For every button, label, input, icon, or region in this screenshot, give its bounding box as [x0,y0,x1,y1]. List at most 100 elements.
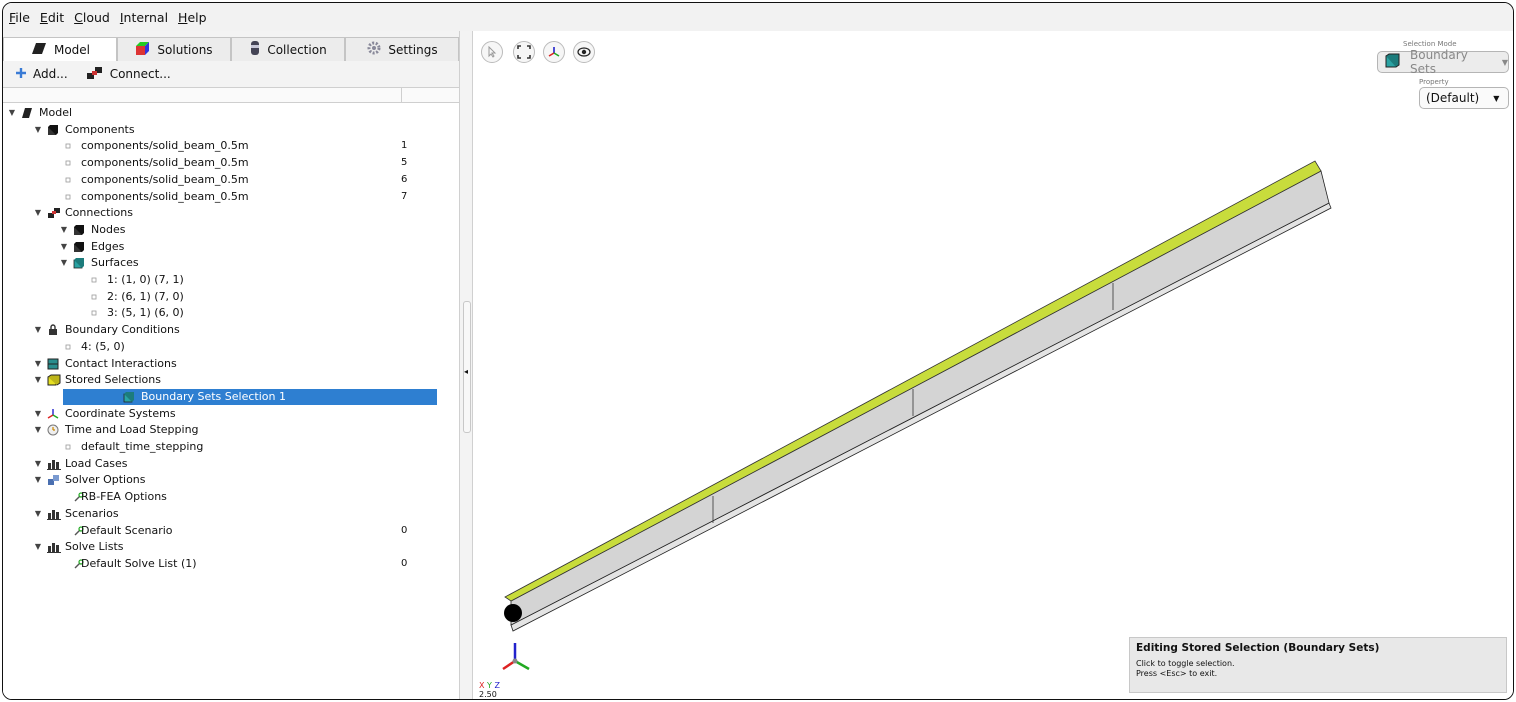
menu-label: elp [187,9,207,25]
tree-row[interactable]: ▼ Coordinate Systems [3,406,443,422]
add-button-label: Add... [33,67,68,81]
tree-row-label: Nodes [91,222,126,236]
tree-header-column [401,88,460,102]
tree-row[interactable]: ▼ Solve Lists [3,539,443,555]
tree-row[interactable]: components/solid_beam_0.5m 1 [3,138,443,154]
tree-row[interactable]: ▼ Components [3,122,443,138]
tree-header [3,87,459,103]
expand-arrow-icon[interactable]: ▼ [33,422,43,438]
component-icon [47,124,59,136]
tree-row[interactable]: Default Scenario 0 [3,523,443,539]
expand-arrow-icon[interactable]: ▼ [33,472,43,488]
menu-help[interactable]: Help [178,10,207,25]
tree-row[interactable]: 4: (5, 0) [3,339,443,355]
tree-row-count: 7 [401,190,408,202]
tree-row[interactable]: 2: (6, 1) (7, 0) [3,289,443,305]
stored-selection-icon [47,374,61,386]
tree-row[interactable]: ▼ Boundary Conditions [3,322,443,338]
app-window: File Edit Cloud Internal Help Model Solutions… [2,2,1514,700]
tree-row[interactable]: ▼ Solver Options [3,472,443,488]
tree-row-label: components/solid_beam_0.5m [81,172,249,186]
menu-mnemonic: E [39,9,48,25]
tree-row[interactable]: 1: (1, 0) (7, 1) [3,272,443,288]
expand-arrow-icon[interactable]: ▼ [33,322,43,338]
tree-row[interactable]: 3: (5, 1) (6, 0) [3,305,443,321]
expand-arrow-icon[interactable]: ▼ [59,239,69,255]
tab-solutions[interactable]: Solutions [117,37,231,61]
tree-row[interactable]: ▼ Edges [3,239,443,255]
expand-arrow-icon[interactable]: ▼ [33,205,43,221]
tree-row[interactable]: components/solid_beam_0.5m 7 [3,189,443,205]
info-title: Editing Stored Selection (Boundary Sets) [1136,642,1380,654]
connect-button[interactable]: Connect... [86,66,171,83]
tab-label: Collection [267,42,327,57]
tree-row-label: Solve Lists [65,540,124,554]
expand-arrow-icon[interactable]: ▼ [59,222,69,238]
tab-label: Solutions [157,42,213,57]
tree-row[interactable]: ▼ Nodes [3,222,443,238]
menu-file[interactable]: File [9,10,30,25]
tree-row[interactable]: ▼ Model [3,105,443,121]
axis-readout: X Y Z 2.50 [479,681,500,699]
menu-edit[interactable]: Edit [40,10,64,25]
tree-row[interactable]: Default Solve List (1) 0 [3,556,443,572]
tree-row[interactable]: ▼ Connections [3,205,443,221]
menu-internal[interactable]: Internal [120,10,168,25]
expand-arrow-icon[interactable]: ▼ [33,356,43,372]
tree-row[interactable]: ▼ Contact Interactions [3,356,443,372]
tree-row[interactable]: components/solid_beam_0.5m 6 [3,172,443,188]
expand-arrow-icon[interactable]: ▼ [33,406,43,422]
info-line-2: Press <Esc> to exit. [1136,669,1218,678]
tree-row[interactable]: ▼ Load Cases [3,456,443,472]
tree-row-label: Default Solve List (1) [81,556,197,570]
expand-arrow-icon[interactable]: ▼ [59,255,69,271]
tree-row[interactable]: ▼ Scenarios [3,506,443,522]
tree-row[interactable]: ▼ Stored Selections [3,372,443,388]
collapse-arrow-icon[interactable]: ◂ [464,367,468,376]
tree-row-label: 3: (5, 1) (6, 0) [107,306,184,320]
tree-row[interactable]: RB-FEA Options [3,489,443,505]
contact-icon [47,358,59,370]
boundary-node-marker[interactable] [504,604,522,622]
boundary-set-icon [123,391,135,403]
tree-row[interactable]: default_time_stepping [3,439,443,455]
beam-top-flange[interactable] [504,160,1322,602]
leaf-icon [63,157,75,169]
expand-arrow-icon[interactable]: ▼ [7,105,17,121]
tree-row-selected[interactable]: Boundary Sets Selection 1 [63,388,437,405]
expand-arrow-icon[interactable]: ▼ [33,122,43,138]
tree-row-label: Connections [65,206,133,220]
expand-arrow-icon[interactable]: ▼ [33,456,43,472]
panel-splitter[interactable]: ◂ [459,31,473,699]
tab-collection[interactable]: Collection [231,37,345,61]
tree-row-label: Model [39,106,73,119]
tree-row[interactable]: ▼ Time and Load Stepping [3,422,443,438]
add-button[interactable]: Add... [15,67,68,82]
3d-viewport[interactable]: Selection Mode Boundary Sets ▼ Property … [473,31,1513,699]
tree-row-count: 0 [401,524,408,536]
expand-arrow-icon[interactable]: ▼ [33,372,43,388]
tree-row-label: Load Cases [65,456,128,470]
expand-arrow-icon[interactable]: ▼ [33,506,43,522]
beam-model[interactable] [473,31,1513,699]
tab-model[interactable]: Model [3,37,117,61]
tree-row-label: Boundary Conditions [65,323,180,337]
tree-row-label: Contact Interactions [65,356,177,370]
load-cases-icon [47,508,61,520]
info-line-1: Click to toggle selection. [1136,659,1235,668]
tree-row[interactable]: components/solid_beam_0.5m 5 [3,155,443,171]
load-cases-icon [47,541,61,554]
leaf-icon [63,441,75,453]
expand-arrow-icon[interactable]: ▼ [33,539,43,555]
plus-icon [15,67,27,82]
menu-cloud[interactable]: Cloud [74,10,110,25]
scale-value: 2.50 [479,690,497,699]
tree-row[interactable]: ▼ Surfaces [3,255,443,271]
tree-row-count: 6 [401,173,408,185]
connect-button-label: Connect... [109,67,171,81]
boundary-set-icon [73,257,85,269]
tree-row-count: 0 [401,557,408,569]
tree-row-label: Boundary Sets Selection 1 [141,389,286,403]
tab-settings[interactable]: Settings [345,37,459,61]
model-tree[interactable]: ▼ Model ▼ Components components/solid_beam_0… [3,103,459,699]
